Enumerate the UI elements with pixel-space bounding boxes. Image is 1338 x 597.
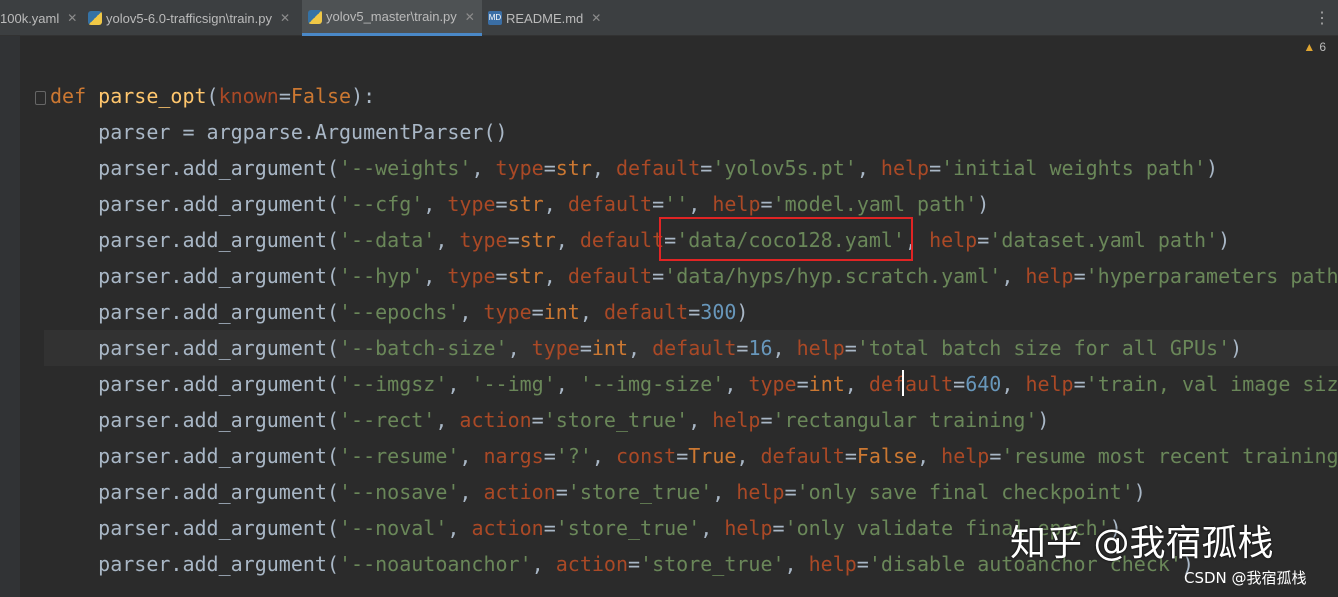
- code-line[interactable]: parser = argparse.ArgumentParser(): [50, 114, 507, 150]
- code-line[interactable]: parser.add_argument('--imgsz', '--img', …: [50, 366, 1338, 402]
- markdown-file-icon: MD: [488, 11, 502, 25]
- highlight-annotation-box: [659, 217, 913, 261]
- close-icon[interactable]: ✕: [280, 11, 290, 25]
- python-file-icon: [308, 9, 322, 24]
- code-line[interactable]: parser.add_argument('--resume', nargs='?…: [50, 438, 1338, 474]
- fold-marker-icon[interactable]: [35, 91, 46, 105]
- code-line[interactable]: parser.add_argument('--epochs', type=int…: [50, 294, 748, 330]
- code-editor[interactable]: ▲ 6 def parse_opt(known=False): parser =…: [0, 36, 1338, 597]
- csdn-credit: CSDN @我宿孤栈: [1184, 569, 1307, 587]
- editor-gutter: [0, 36, 20, 597]
- close-icon[interactable]: ✕: [67, 11, 77, 25]
- zhihu-watermark: 知乎 @我宿孤栈: [1010, 523, 1274, 564]
- tab-label: yolov5-6.0-trafficsign\train.py: [106, 10, 272, 26]
- tab-100k-yaml[interactable]: 100k.yaml ✕: [0, 0, 86, 36]
- warning-count: 6: [1319, 40, 1326, 54]
- python-file-icon: [88, 11, 102, 25]
- code-line[interactable]: parser.add_argument('--hyp', type=str, d…: [50, 258, 1338, 294]
- tab-trafficsign-train-py[interactable]: yolov5-6.0-trafficsign\train.py ✕: [88, 0, 300, 36]
- tab-label: yolov5_master\train.py: [326, 9, 457, 24]
- code-line[interactable]: parser.add_argument('--batch-size', type…: [50, 330, 1242, 366]
- code-line[interactable]: parser.add_argument('--nosave', action='…: [50, 474, 1146, 510]
- text-caret: [902, 370, 904, 396]
- code-line[interactable]: def parse_opt(known=False):: [50, 78, 375, 114]
- tab-readme-md[interactable]: MD README.md ✕: [488, 0, 608, 36]
- code-line[interactable]: parser.add_argument('--weights', type=st…: [50, 150, 1218, 186]
- tab-list-menu-icon[interactable]: ⋮: [1314, 8, 1330, 27]
- tab-label: 100k.yaml: [0, 10, 60, 26]
- tab-yolov5-master-train-py[interactable]: yolov5_master\train.py ✕: [302, 0, 482, 36]
- close-icon[interactable]: ✕: [465, 10, 475, 24]
- editor-tab-bar: 100k.yaml ✕ yolov5-6.0-trafficsign\train…: [0, 0, 1338, 36]
- inspection-widget[interactable]: ▲ 6: [1303, 40, 1326, 54]
- code-line[interactable]: parser.add_argument('--noval', action='s…: [50, 510, 1122, 546]
- warning-icon: ▲: [1303, 40, 1316, 54]
- tab-label: README.md: [506, 10, 584, 26]
- code-line[interactable]: parser.add_argument('--data', type=str, …: [50, 222, 1230, 258]
- close-icon[interactable]: ✕: [591, 11, 601, 25]
- code-line[interactable]: parser.add_argument('--rect', action='st…: [50, 402, 1049, 438]
